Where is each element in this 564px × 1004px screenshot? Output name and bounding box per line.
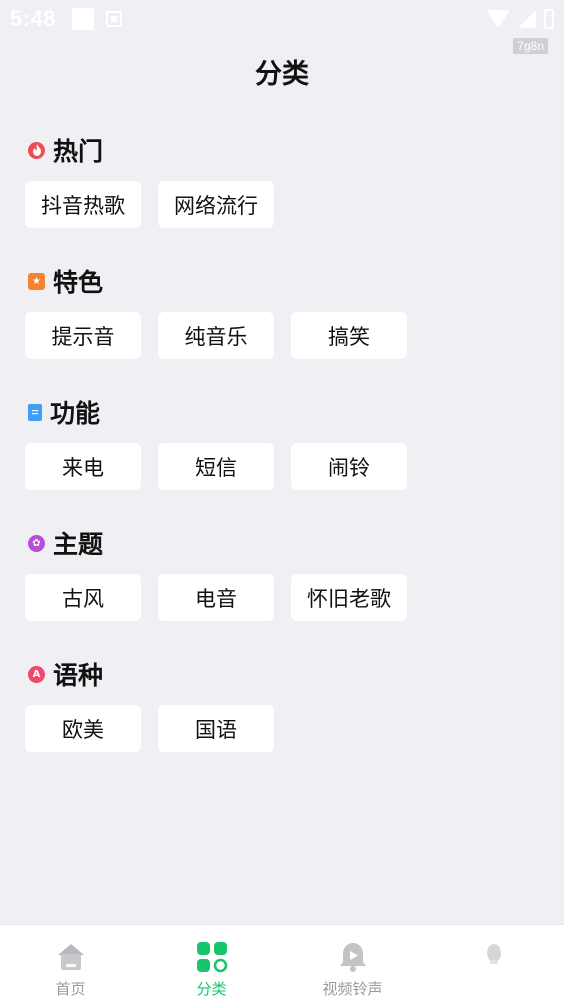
video-bell-icon [336,940,370,974]
flower-icon: ✿ [28,534,45,552]
section-title: 功能 [50,399,101,428]
section-function: 功能 来电 短信 闹铃 [25,394,545,490]
section-title: 主题 [53,530,104,559]
status-time: 5:48 [10,6,57,31]
section-theme: ✿ 主题 古风 电音 怀旧老歌 [25,525,545,621]
tag-button[interactable]: 欧美 [25,705,141,752]
tag-button[interactable]: 短信 [158,443,274,490]
page-title: 分类 [255,59,309,90]
tag-button[interactable]: 闹铃 [291,443,407,490]
status-bar: 5:48 [0,0,564,38]
tag-button[interactable]: 纯音乐 [158,312,274,359]
battery-icon [544,9,554,29]
tag-list: 抖音热歌 网络流行 [25,181,545,228]
home-icon [54,940,88,974]
tab-label: 首页 [55,980,86,998]
tag-list: 古风 电音 怀旧老歌 [25,574,545,621]
tab-home[interactable]: 首页 [0,925,141,1004]
tag-button[interactable]: 古风 [25,574,141,621]
tag-button[interactable]: 电音 [158,574,274,621]
bottom-tab-bar: 首页 分类 视频铃声 [0,924,564,1004]
tab-label: 分类 [196,980,227,998]
section-featured: ★ 特色 提示音 纯音乐 搞笑 [25,263,545,359]
section-title: 语种 [53,661,104,690]
section-header: 热门 [25,132,545,168]
section-header: A 语种 [25,656,545,692]
signal-icon [518,10,536,28]
section-title: 特色 [53,268,104,297]
faint-profile-icon [477,940,511,974]
tag-list: 欧美 国语 [25,705,545,752]
notification-app-icon [106,11,123,27]
letter-a-icon: A [28,665,45,683]
tag-button[interactable]: 来电 [25,443,141,490]
tag-button[interactable]: 抖音热歌 [25,181,141,228]
category-grid-icon [195,940,229,974]
bookmark-icon [28,403,42,421]
tag-button[interactable]: 搞笑 [291,312,407,359]
section-language: A 语种 欧美 国语 [25,656,545,752]
notification-square-icon [72,8,95,30]
tab-category[interactable]: 分类 [141,925,282,1004]
tag-button[interactable]: 网络流行 [158,181,274,228]
star-icon: ★ [28,272,45,290]
tab-profile[interactable] [423,925,564,1004]
tag-button[interactable]: 怀旧老歌 [291,574,407,621]
section-header: ✿ 主题 [25,525,545,561]
tab-label: 视频铃声 [322,980,383,998]
tag-button[interactable]: 提示音 [25,312,141,359]
flame-icon [28,141,45,159]
section-title: 热门 [53,137,104,166]
section-hot: 热门 抖音热歌 网络流行 [25,132,545,228]
section-header: 功能 [25,394,545,430]
section-header: ★ 特色 [25,263,545,299]
tag-list: 提示音 纯音乐 搞笑 [25,312,545,359]
tag-list: 来电 短信 闹铃 [25,443,545,490]
tag-button[interactable]: 国语 [158,705,274,752]
tab-video-ringtone[interactable]: 视频铃声 [282,925,423,1004]
wifi-icon [486,10,510,28]
